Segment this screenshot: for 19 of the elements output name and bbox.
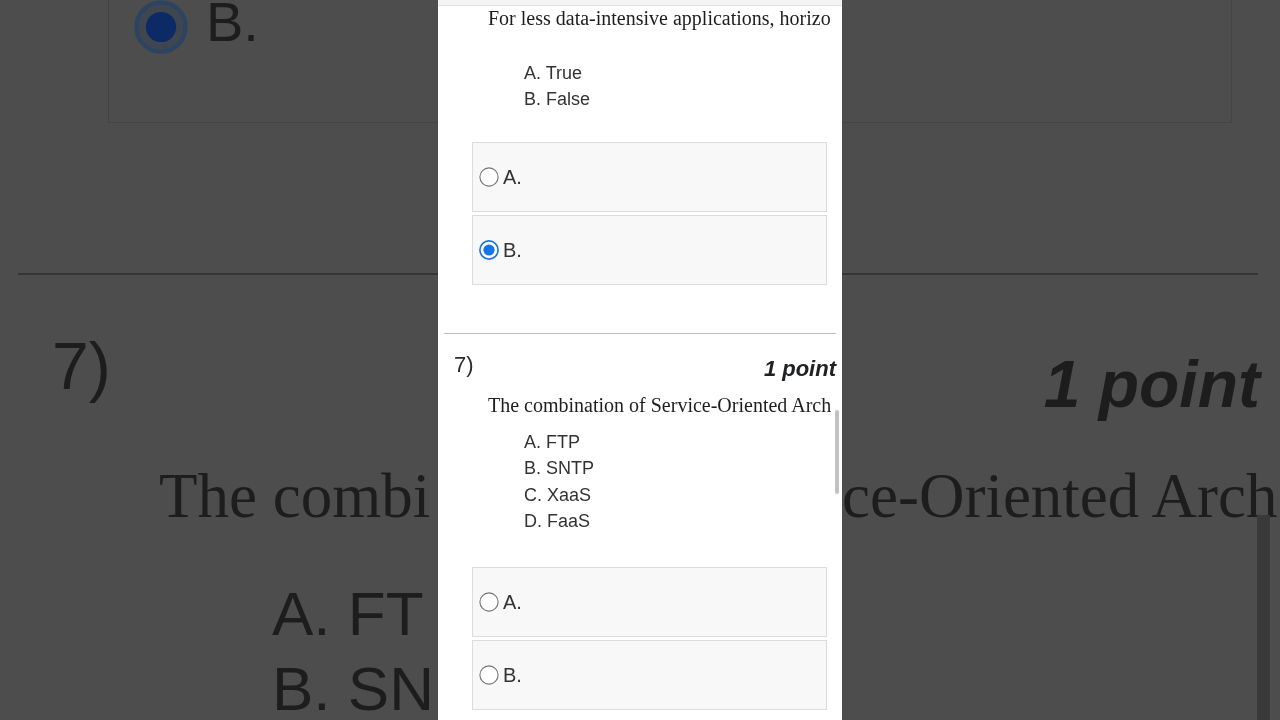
radio-button[interactable] [479, 167, 499, 187]
choice-text: B. SNTP [524, 457, 594, 481]
radio-button[interactable] [479, 664, 499, 685]
choice-text: A. True [524, 62, 583, 85]
choice-text: A. FTP [524, 431, 580, 454]
radio-button[interactable] [479, 240, 499, 260]
radio-button[interactable] [479, 591, 499, 612]
answer-option[interactable]: A. [472, 142, 827, 212]
points-label: 1 point [763, 356, 836, 382]
scrollbar[interactable] [835, 410, 839, 494]
question-text: The combination of Service-Oriented Arch [488, 393, 832, 417]
choice-text: D. FaaS [524, 510, 591, 534]
choice-text: C. XaaS [524, 483, 592, 507]
question-text: For less data-intensive applications, horizo [488, 6, 831, 30]
answer-option[interactable]: B. [472, 639, 827, 710]
choice-text: B. False [524, 88, 591, 111]
question-number: 7) [454, 352, 474, 378]
answer-option[interactable]: B. [472, 215, 827, 285]
answer-option[interactable]: A. [472, 566, 827, 637]
